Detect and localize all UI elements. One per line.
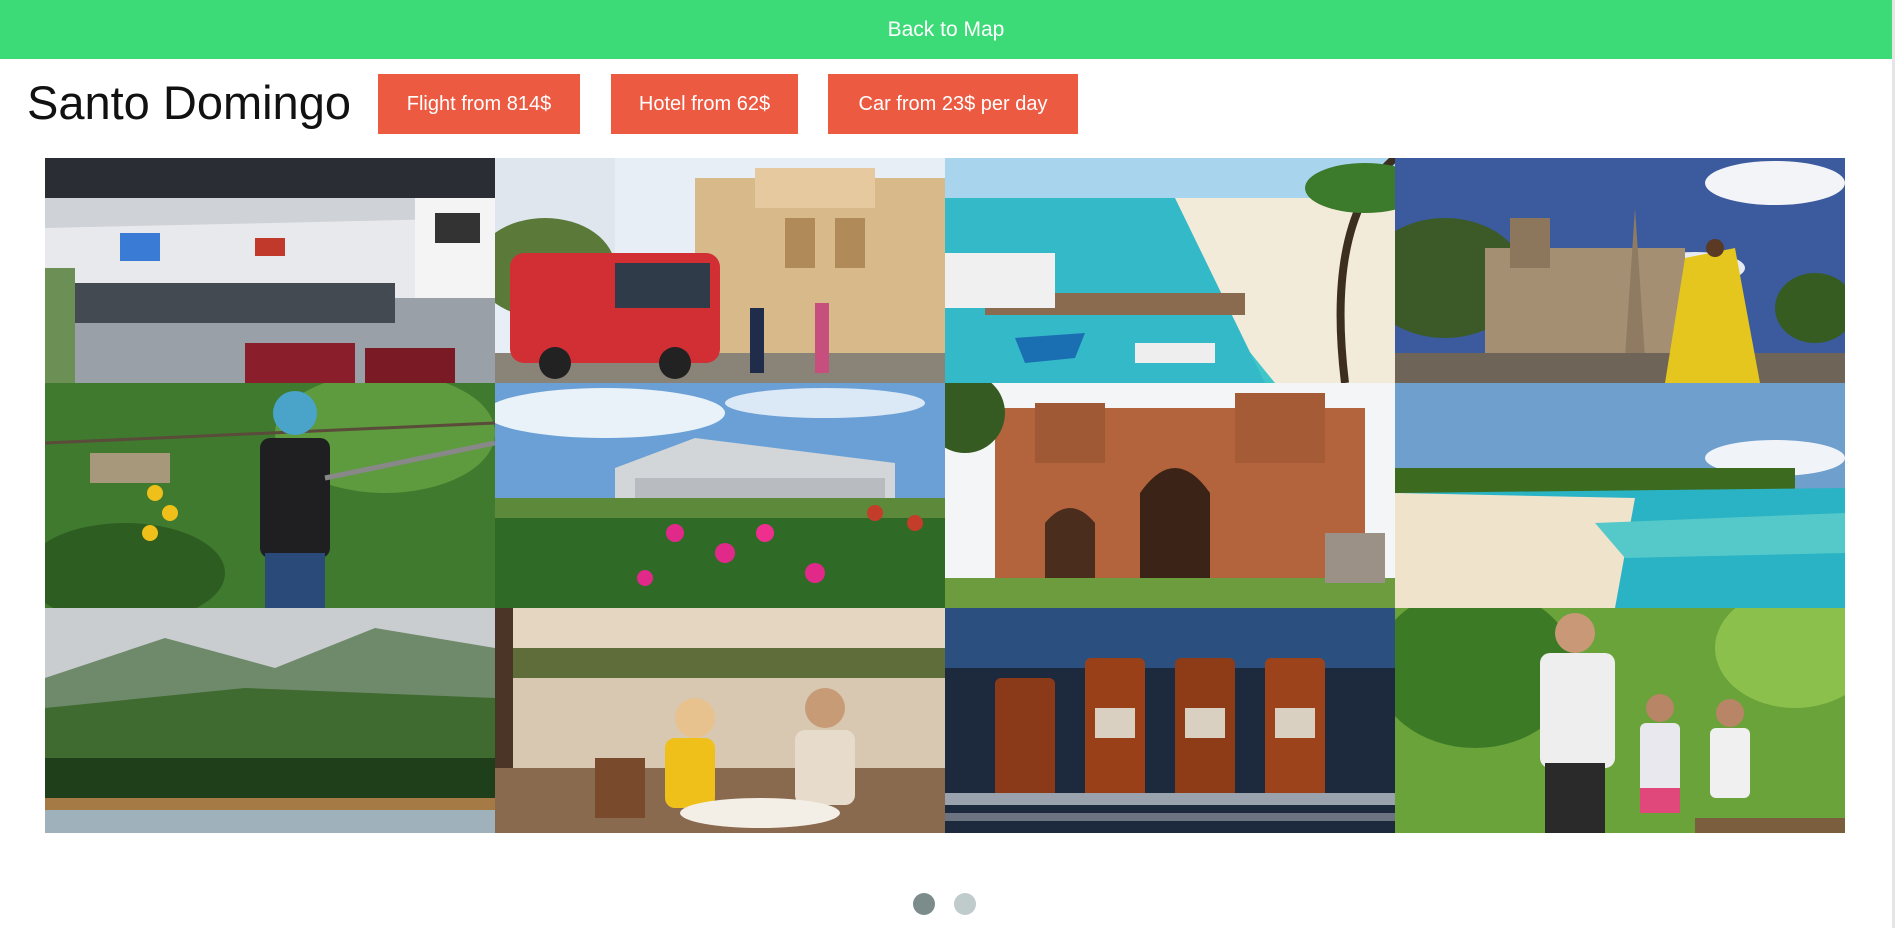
- flight-button[interactable]: Flight from 814$: [378, 74, 580, 134]
- tour-bus-cathedral-photo[interactable]: [495, 158, 945, 383]
- rum-bottles-photo[interactable]: [945, 608, 1395, 833]
- airport-lounge-photo[interactable]: [45, 158, 495, 383]
- page-title: Santo Domingo: [27, 76, 351, 129]
- couple-dinner-photo[interactable]: [495, 608, 945, 833]
- beach-pier-photo[interactable]: [945, 158, 1395, 383]
- mountain-palms-photo[interactable]: [45, 608, 495, 833]
- pagination-dots: [0, 893, 1895, 917]
- hotel-garden-photo[interactable]: [495, 383, 945, 608]
- hotel-button[interactable]: Hotel from 62$: [611, 74, 798, 134]
- page-dot-2[interactable]: [954, 893, 976, 915]
- page-dot-1[interactable]: [913, 893, 935, 915]
- photo-gallery: [45, 158, 1845, 833]
- segway-tour-photo[interactable]: [1395, 608, 1845, 833]
- palm-beach-photo[interactable]: [1395, 383, 1845, 608]
- destination-header: Santo Domingo Flight from 814$ Hotel fro…: [0, 59, 1880, 157]
- back-to-map-label: Back to Map: [887, 17, 1005, 41]
- car-button[interactable]: Car from 23$ per day: [828, 74, 1078, 134]
- stone-church-dancer-photo[interactable]: [1395, 158, 1845, 383]
- back-to-map-button[interactable]: Back to Map: [0, 0, 1892, 59]
- page: Back to Map Santo Domingo Flight from 81…: [0, 0, 1895, 928]
- zipline-photo[interactable]: [45, 383, 495, 608]
- ruins-photo[interactable]: [945, 383, 1395, 608]
